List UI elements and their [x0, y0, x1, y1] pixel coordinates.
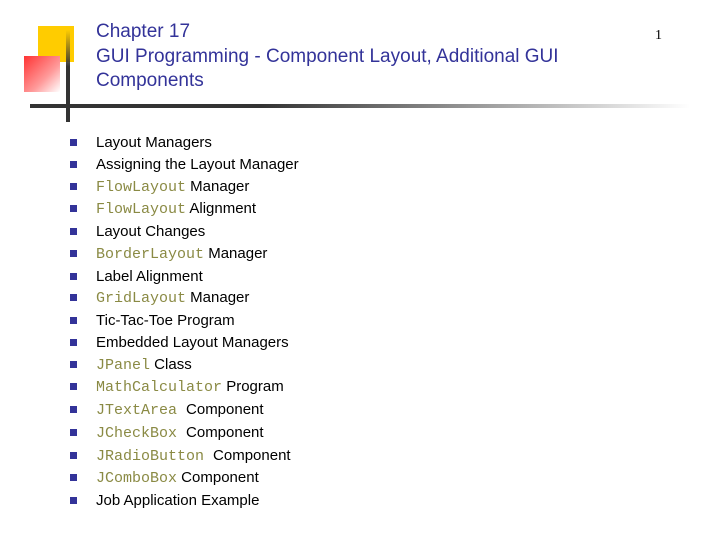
list-item: Job Application Example [70, 490, 720, 512]
item-text: Manager [186, 289, 249, 306]
code-text: MathCalculator [96, 379, 222, 396]
code-text: JRadioButton [96, 448, 213, 465]
list-item: Layout Managers [70, 132, 720, 154]
code-text: FlowLayout [96, 179, 186, 196]
item-text: Class [150, 356, 192, 373]
list-item: GridLayout Manager [70, 287, 720, 310]
item-text: Tic-Tac-Toe Program [96, 312, 235, 329]
code-text: BorderLayout [96, 246, 204, 263]
code-text: GridLayout [96, 290, 186, 307]
list-item: JTextArea Component [70, 399, 720, 422]
item-text: Label Alignment [96, 268, 203, 285]
list-item: FlowLayout Alignment [70, 198, 720, 221]
item-text: Layout Changes [96, 223, 205, 240]
slide-header: Chapter 17 GUI Programming - Component L… [0, 0, 720, 108]
code-text: JPanel [96, 357, 150, 374]
code-text: FlowLayout [96, 201, 186, 218]
item-text: Layout Managers [96, 134, 212, 151]
list-item: FlowLayout Manager [70, 176, 720, 199]
title-line: GUI Programming - Component Layout, Addi… [96, 45, 640, 94]
item-text: Manager [204, 245, 267, 262]
item-text: Program [222, 378, 284, 395]
item-text: Job Application Example [96, 492, 259, 509]
slide-content: Layout Managers Assigning the Layout Mana… [70, 132, 720, 512]
header-rule [30, 104, 690, 108]
list-item: Label Alignment [70, 266, 720, 288]
list-item: MathCalculator Program [70, 376, 720, 399]
list-item: Layout Changes [70, 221, 720, 243]
code-text: JCheckBox [96, 425, 186, 442]
item-text: Component [213, 447, 291, 464]
list-item: JCheckBox Component [70, 422, 720, 445]
item-text: Component [177, 469, 259, 486]
chapter-line: Chapter 17 [96, 20, 640, 45]
code-text: JComboBox [96, 470, 177, 487]
item-text: Alignment [186, 200, 256, 217]
list-item: Assigning the Layout Manager [70, 154, 720, 176]
list-item: JComboBox Component [70, 467, 720, 490]
horizontal-rule [30, 104, 690, 108]
list-item: Embedded Layout Managers [70, 332, 720, 354]
list-item: BorderLayout Manager [70, 243, 720, 266]
item-text: Assigning the Layout Manager [96, 156, 299, 173]
slide-title: Chapter 17 GUI Programming - Component L… [96, 20, 720, 94]
list-item: JPanel Class [70, 354, 720, 377]
item-text: Component [186, 401, 264, 418]
list-item: JRadioButton Component [70, 445, 720, 468]
item-text: Embedded Layout Managers [96, 334, 289, 351]
code-text: JTextArea [96, 402, 186, 419]
item-text: Manager [186, 178, 249, 195]
slide-number: 1 [655, 28, 662, 44]
vertical-rule [66, 30, 70, 122]
topics-list: Layout Managers Assigning the Layout Mana… [70, 132, 720, 512]
item-text: Component [186, 424, 264, 441]
list-item: Tic-Tac-Toe Program [70, 310, 720, 332]
red-square-icon [24, 56, 60, 92]
